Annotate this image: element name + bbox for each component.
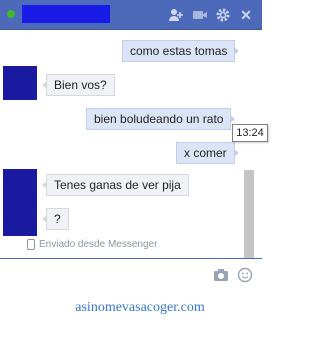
chat-header: ✕ <box>0 0 262 30</box>
avatar <box>3 66 37 100</box>
timestamp-tooltip: 13:24 <box>232 124 268 142</box>
video-camera-icon[interactable] <box>192 7 208 23</box>
message-incoming: Bien vos? <box>42 74 115 96</box>
gear-icon[interactable] <box>215 7 231 23</box>
message-outgoing: como estas tomas <box>122 40 240 62</box>
avatar <box>3 202 37 236</box>
add-people-icon[interactable] <box>168 7 184 23</box>
message-outgoing: bien boludeando un rato <box>86 108 236 130</box>
online-status-dot <box>7 10 15 18</box>
camera-icon[interactable] <box>213 267 229 283</box>
message-list: como estas tomas Bien vos? bien boludean… <box>0 30 262 258</box>
close-icon[interactable]: ✕ <box>238 7 254 23</box>
sent-from-label: Enviado desde Messenger <box>39 239 158 250</box>
contact-name-redacted[interactable] <box>22 5 110 23</box>
message-incoming: Tenes ganas de ver pija <box>42 174 189 196</box>
scroll-thumb[interactable] <box>244 170 254 258</box>
phone-icon <box>27 239 35 250</box>
site-watermark: asinomevasacoger.com <box>75 300 205 315</box>
message-outgoing: x comer <box>176 142 239 164</box>
emoji-icon[interactable] <box>237 267 253 283</box>
message-composer[interactable] <box>0 258 262 292</box>
message-incoming: ? <box>42 208 69 230</box>
scrollbar[interactable] <box>244 30 254 258</box>
avatar <box>3 169 37 203</box>
chat-window: ✕ como estas tomas Bien vos? bien bolude… <box>0 0 262 292</box>
